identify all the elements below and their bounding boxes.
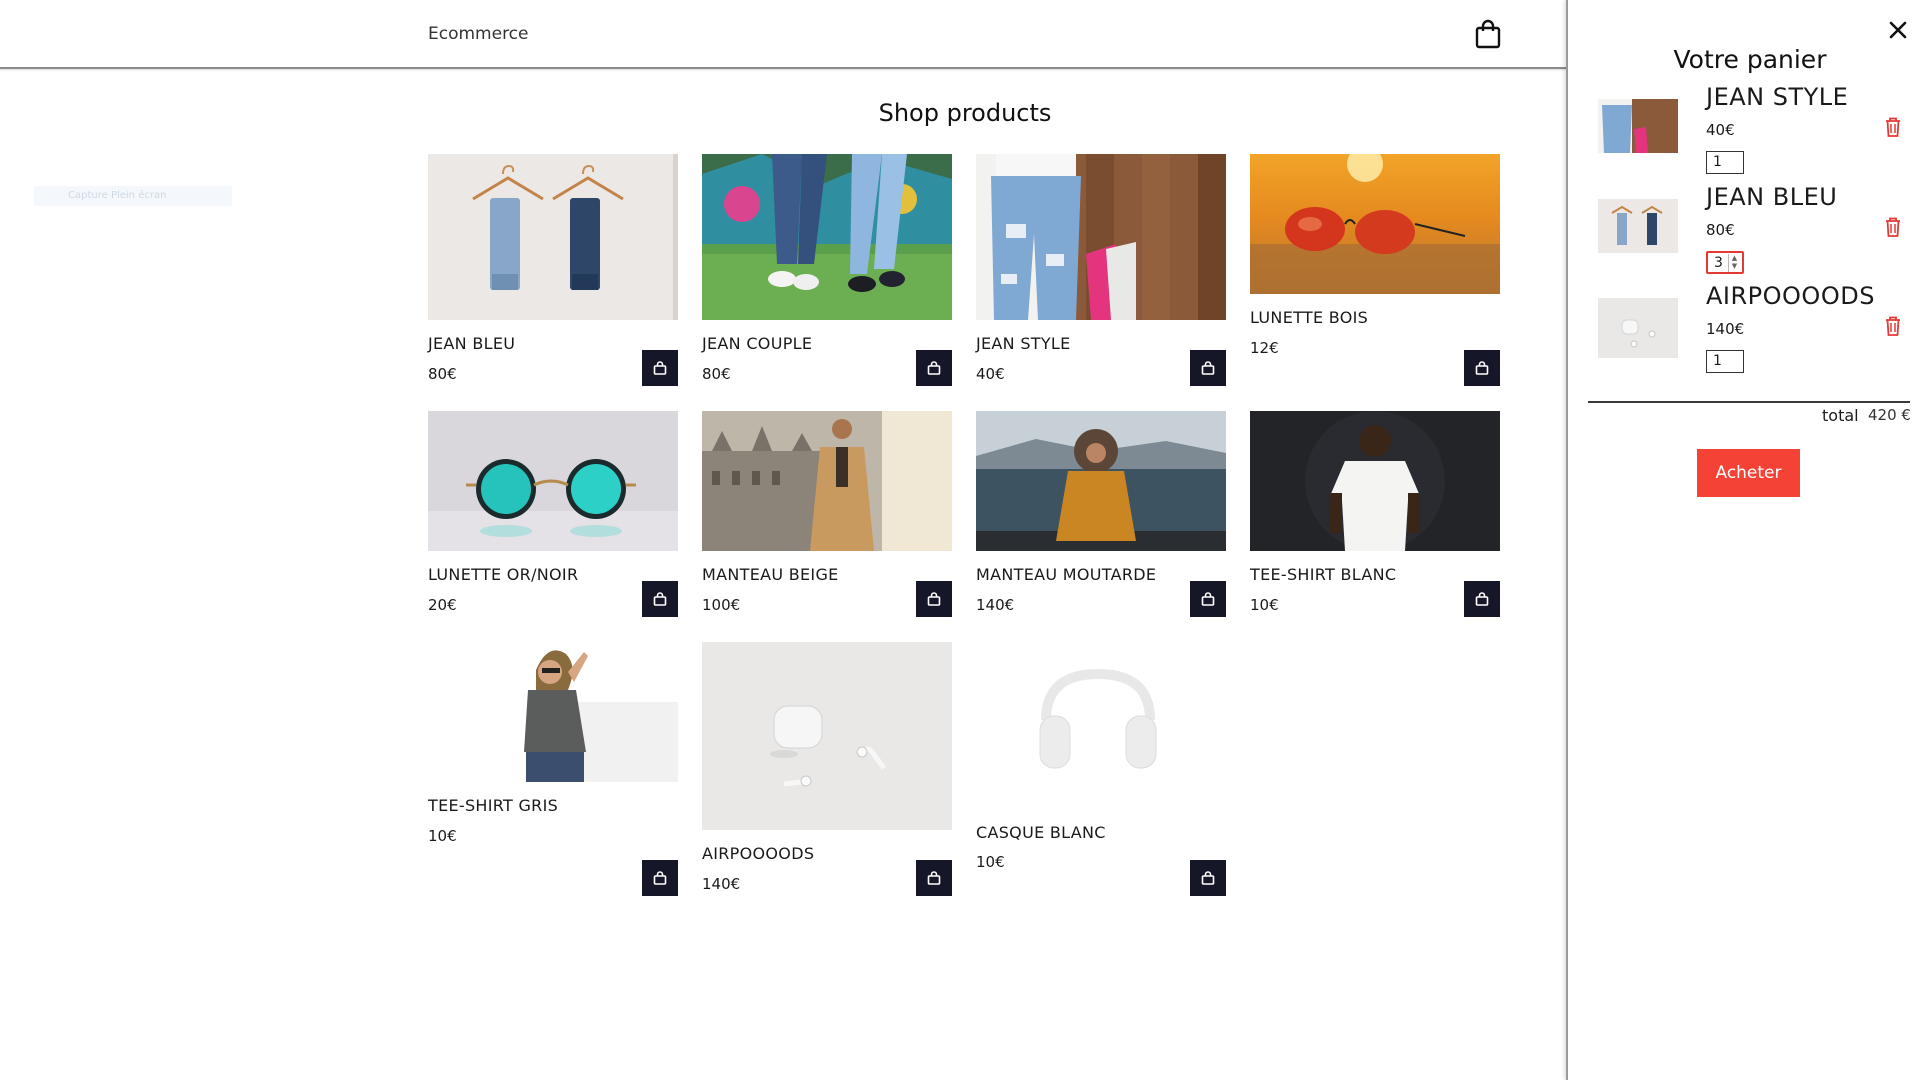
product-name: JEAN STYLE <box>976 334 1071 353</box>
add-to-cart-button[interactable] <box>1190 581 1226 617</box>
cart-item-name: JEAN BLEU <box>1706 183 1838 211</box>
product-price: 100€ <box>702 596 741 614</box>
product-price: 80€ <box>702 365 731 383</box>
product-image[interactable] <box>702 411 952 551</box>
shopping-bag-icon <box>927 871 941 885</box>
cart-item-price: 40€ <box>1706 121 1735 139</box>
cart-item-image <box>1598 99 1678 153</box>
product-image[interactable] <box>976 642 1226 804</box>
product-name: MANTEAU BEIGE <box>702 565 839 584</box>
buy-button[interactable]: Acheter <box>1697 449 1800 497</box>
product-name: LUNETTE OR/NOIR <box>428 565 579 584</box>
cart-item-price: 140€ <box>1706 320 1745 338</box>
product-image[interactable] <box>1250 411 1500 551</box>
ghost-screenshot-tab: Capture Plein écran <box>34 186 232 206</box>
product-image[interactable] <box>976 154 1226 320</box>
cart-item: AIRPOOOODS 140€ 1 <box>1598 282 1918 398</box>
product-name: JEAN BLEU <box>428 334 516 353</box>
add-to-cart-button[interactable] <box>642 350 678 386</box>
shopping-bag-icon <box>1201 592 1215 606</box>
product-price: 10€ <box>976 853 1005 871</box>
product-image[interactable] <box>428 642 678 782</box>
product-name: CASQUE BLANC <box>976 823 1106 842</box>
cart-divider <box>1588 401 1910 403</box>
product-name: JEAN COUPLE <box>702 334 813 353</box>
trash-icon[interactable] <box>1884 216 1902 238</box>
product-price: 140€ <box>702 875 741 893</box>
product-image[interactable] <box>702 154 952 320</box>
product-price: 140€ <box>976 596 1015 614</box>
product-price: 40€ <box>976 365 1005 383</box>
shopping-bag-icon <box>1201 361 1215 375</box>
trash-icon[interactable] <box>1884 116 1902 138</box>
total-value: 420 € <box>1868 406 1911 424</box>
brand-name[interactable]: Ecommerce <box>428 24 529 44</box>
shopping-bag-icon <box>1475 592 1489 606</box>
quantity-input[interactable]: 1 <box>1706 151 1744 174</box>
add-to-cart-button[interactable] <box>1190 350 1226 386</box>
add-to-cart-button[interactable] <box>916 860 952 896</box>
add-to-cart-button[interactable] <box>1190 860 1226 896</box>
add-to-cart-button[interactable] <box>1464 581 1500 617</box>
shopping-bag-icon <box>653 871 667 885</box>
shopping-bag-icon <box>653 361 667 375</box>
shopping-bag-icon <box>1201 871 1215 885</box>
page-title: Shop products <box>878 99 1052 127</box>
shopping-bag-icon <box>927 361 941 375</box>
cart-item-name: AIRPOOOODS <box>1706 282 1875 310</box>
total-label: total <box>1822 406 1859 425</box>
top-navbar: Ecommerce <box>0 0 1566 69</box>
product-image[interactable] <box>702 642 952 830</box>
close-icon[interactable] <box>1886 18 1910 42</box>
product-name: LUNETTE BOIS <box>1250 308 1369 327</box>
product-image[interactable] <box>428 411 678 551</box>
product-image[interactable] <box>428 154 678 320</box>
product-price: 12€ <box>1250 339 1279 357</box>
product-image[interactable] <box>1250 154 1500 294</box>
quantity-spinner[interactable]: ▲ ▼ <box>1728 254 1740 272</box>
shopping-bag-icon[interactable] <box>1474 19 1502 49</box>
product-price: 20€ <box>428 596 457 614</box>
cart-item-name: JEAN STYLE <box>1706 83 1849 111</box>
cart-item-price: 80€ <box>1706 221 1735 239</box>
product-name: MANTEAU MOUTARDE <box>976 565 1157 584</box>
product-image[interactable] <box>976 411 1226 551</box>
product-name: TEE-SHIRT GRIS <box>428 796 559 815</box>
product-name: TEE-SHIRT BLANC <box>1250 565 1397 584</box>
add-to-cart-button[interactable] <box>642 860 678 896</box>
trash-icon[interactable] <box>1884 315 1902 337</box>
add-to-cart-button[interactable] <box>916 581 952 617</box>
cart-item-image <box>1598 298 1678 358</box>
shopping-bag-icon <box>653 592 667 606</box>
add-to-cart-button[interactable] <box>642 581 678 617</box>
cart-title: Votre panier <box>1673 45 1827 74</box>
product-price: 80€ <box>428 365 457 383</box>
shopping-bag-icon <box>927 592 941 606</box>
add-to-cart-button[interactable] <box>1464 350 1500 386</box>
shopping-bag-icon <box>1475 361 1489 375</box>
add-to-cart-button[interactable] <box>916 350 952 386</box>
product-price: 10€ <box>428 827 457 845</box>
product-name: AIRPOOOODS <box>702 844 815 863</box>
cart-item-image <box>1598 199 1678 253</box>
product-price: 10€ <box>1250 596 1279 614</box>
quantity-input[interactable]: 1 <box>1706 350 1744 373</box>
